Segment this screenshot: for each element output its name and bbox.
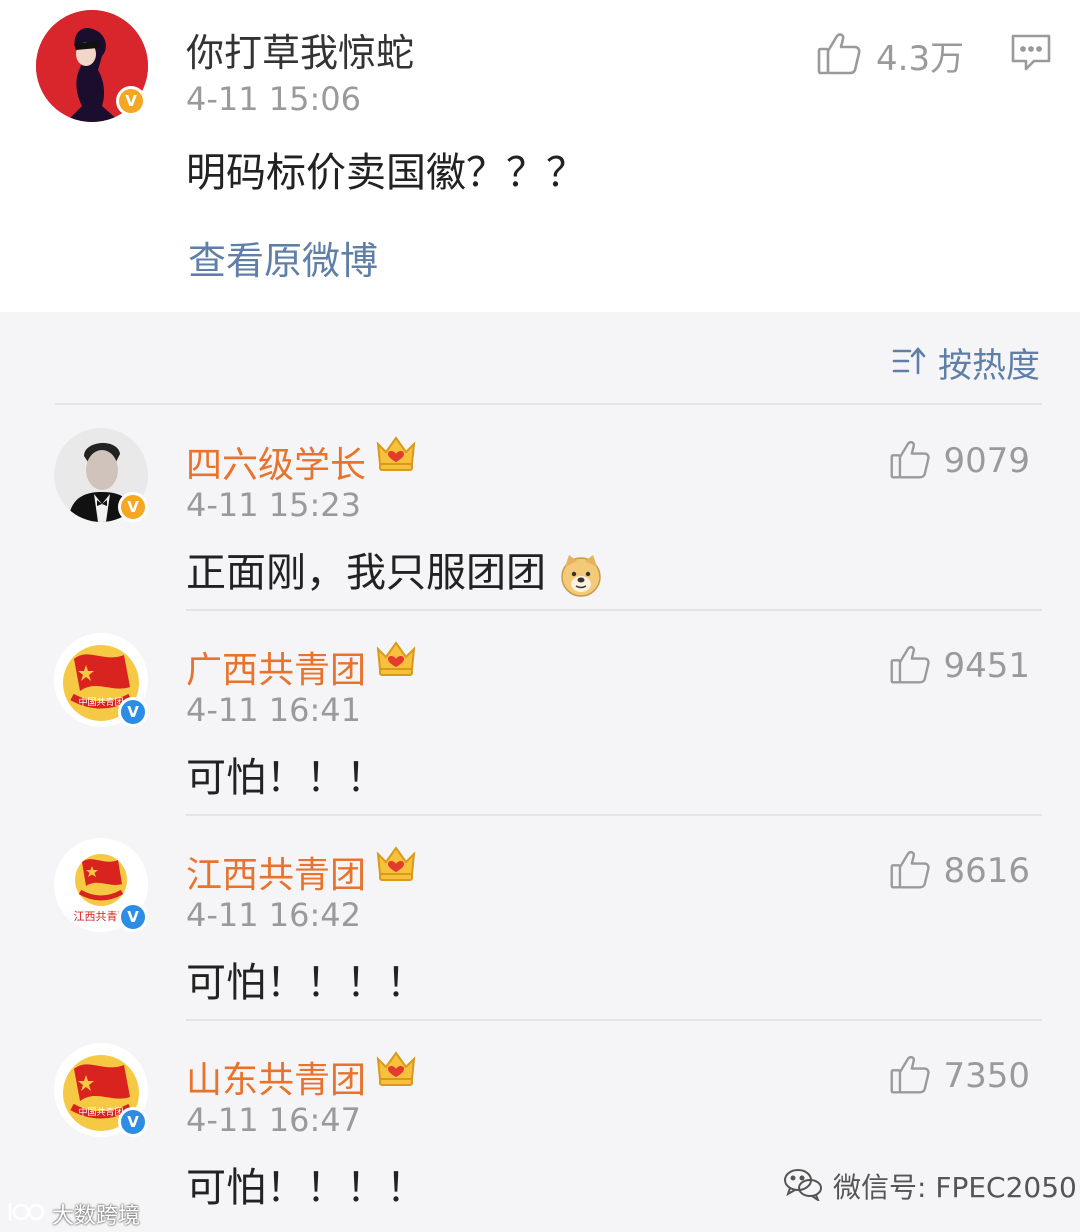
sort-icon — [892, 345, 926, 381]
verified-badge: V — [118, 1107, 148, 1137]
thumbs-up-icon — [889, 438, 931, 484]
wechat-id-text: 微信号: FPEC2050 — [833, 1171, 1077, 1204]
thumbs-up-icon — [889, 643, 931, 689]
crown-icon — [374, 842, 418, 886]
crown-icon — [374, 432, 418, 476]
thumbs-up-icon — [889, 1053, 931, 1099]
thumbs-up-icon — [889, 848, 931, 894]
comment-like-button[interactable]: 7350 — [889, 1053, 1030, 1099]
comment-like-button[interactable]: 9079 — [889, 438, 1030, 484]
original-post: V 你打草我惊蛇 4-11 15:06 明码标价卖国徽？？？ 查看原微博 4.3… — [0, 0, 1080, 312]
comment-item: 江西共青团 V 江西共青团 4-11 16:42 可怕！！！！ 8616 — [0, 816, 1080, 1021]
post-like-button[interactable]: 4.3万 — [816, 30, 964, 80]
comment-author-name[interactable]: 山东共青团 — [186, 1051, 366, 1103]
comment-text-content: 正面刚，我只服团团 — [186, 550, 546, 596]
comment-like-count: 9079 — [943, 441, 1030, 481]
doge-emoji-icon — [559, 553, 603, 597]
view-original-weibo-link[interactable]: 查看原微博 — [188, 230, 378, 285]
comment-text: 正面刚，我只服团团 — [186, 540, 603, 598]
divider — [55, 403, 1042, 405]
comment-like-button[interactable]: 8616 — [889, 848, 1030, 894]
wechat-watermark: 微信号: FPEC2050 — [783, 1166, 1077, 1206]
emblem-text: 中国共青团 — [78, 696, 123, 708]
comment-text: 可怕！！！！ — [186, 960, 426, 1006]
comment-like-count: 8616 — [943, 851, 1030, 891]
post-time: 4-11 15:06 — [186, 80, 362, 118]
post-text: 明码标价卖国徽？？？ — [186, 150, 586, 196]
watermark-logo-icon — [6, 1199, 46, 1229]
verified-badge: V — [116, 86, 146, 116]
comment-time: 4-11 16:42 — [186, 896, 362, 934]
post-like-count: 4.3万 — [876, 38, 965, 79]
watermark-brand-text: 大数跨境 — [52, 1204, 141, 1229]
emblem-text: 中国共青团 — [78, 1106, 123, 1118]
comment-author-name[interactable]: 江西共青团 — [186, 846, 366, 898]
comment-time: 4-11 16:41 — [186, 691, 362, 729]
comment-item: V 四六级学长 4-11 15:23 正面刚，我只服团团 9079 — [0, 406, 1080, 611]
comment-text: 可怕！！！！ — [186, 1165, 426, 1211]
verified-badge: V — [118, 697, 148, 727]
wechat-icon — [783, 1167, 823, 1205]
comment-text: 可怕！！！ — [186, 755, 386, 801]
corner-watermark: 大数跨境 — [6, 1198, 140, 1230]
comment-like-count: 7350 — [943, 1056, 1030, 1096]
comment-icon[interactable] — [1010, 33, 1052, 77]
crown-icon — [374, 1047, 418, 1091]
comment-author-name[interactable]: 四六级学长 — [186, 436, 366, 488]
comment-item: 中国共青团 V 广西共青团 4-11 16:41 可怕！！！ 9451 — [0, 611, 1080, 816]
comment-like-count: 9451 — [943, 646, 1030, 686]
comment-like-button[interactable]: 9451 — [889, 643, 1030, 689]
comment-time: 4-11 15:23 — [186, 486, 362, 524]
thumbs-up-icon — [816, 30, 862, 80]
crown-icon — [374, 637, 418, 681]
verified-badge: V — [118, 492, 148, 522]
comment-author-name[interactable]: 广西共青团 — [186, 641, 366, 693]
verified-badge: V — [118, 902, 148, 932]
comment-time: 4-11 16:47 — [186, 1101, 362, 1139]
post-author-name[interactable]: 你打草我惊蛇 — [186, 22, 414, 77]
sort-label: 按热度 — [938, 346, 1040, 386]
sort-by-hot-button[interactable]: 按热度 — [892, 338, 1040, 387]
